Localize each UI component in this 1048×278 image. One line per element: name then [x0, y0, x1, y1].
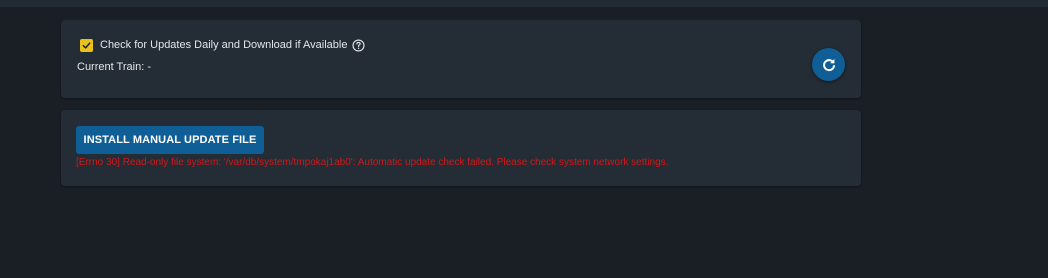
current-train: Current Train: -: [77, 60, 151, 74]
auto-update-label[interactable]: Check for Updates Daily and Download if …: [100, 37, 347, 53]
updates-card: Check for Updates Daily and Download if …: [61, 20, 861, 98]
refresh-icon: [822, 58, 835, 71]
error-message: [Errno 30] Read-only file system: '/var/…: [76, 157, 669, 168]
refresh-button[interactable]: [812, 48, 845, 81]
install-manual-update-button[interactable]: INSTALL MANUAL UPDATE FILE: [76, 126, 264, 154]
top-bar: [0, 0, 1048, 7]
check-icon: [82, 41, 91, 49]
current-train-label: Current Train:: [77, 61, 145, 73]
current-train-value: -: [147, 61, 151, 73]
manual-update-card: INSTALL MANUAL UPDATE FILE [Errno 30] Re…: [61, 110, 861, 186]
auto-update-row: Check for Updates Daily and Download if …: [80, 37, 365, 53]
auto-update-checkbox[interactable]: [80, 38, 93, 52]
help-circle-icon[interactable]: [352, 38, 365, 52]
